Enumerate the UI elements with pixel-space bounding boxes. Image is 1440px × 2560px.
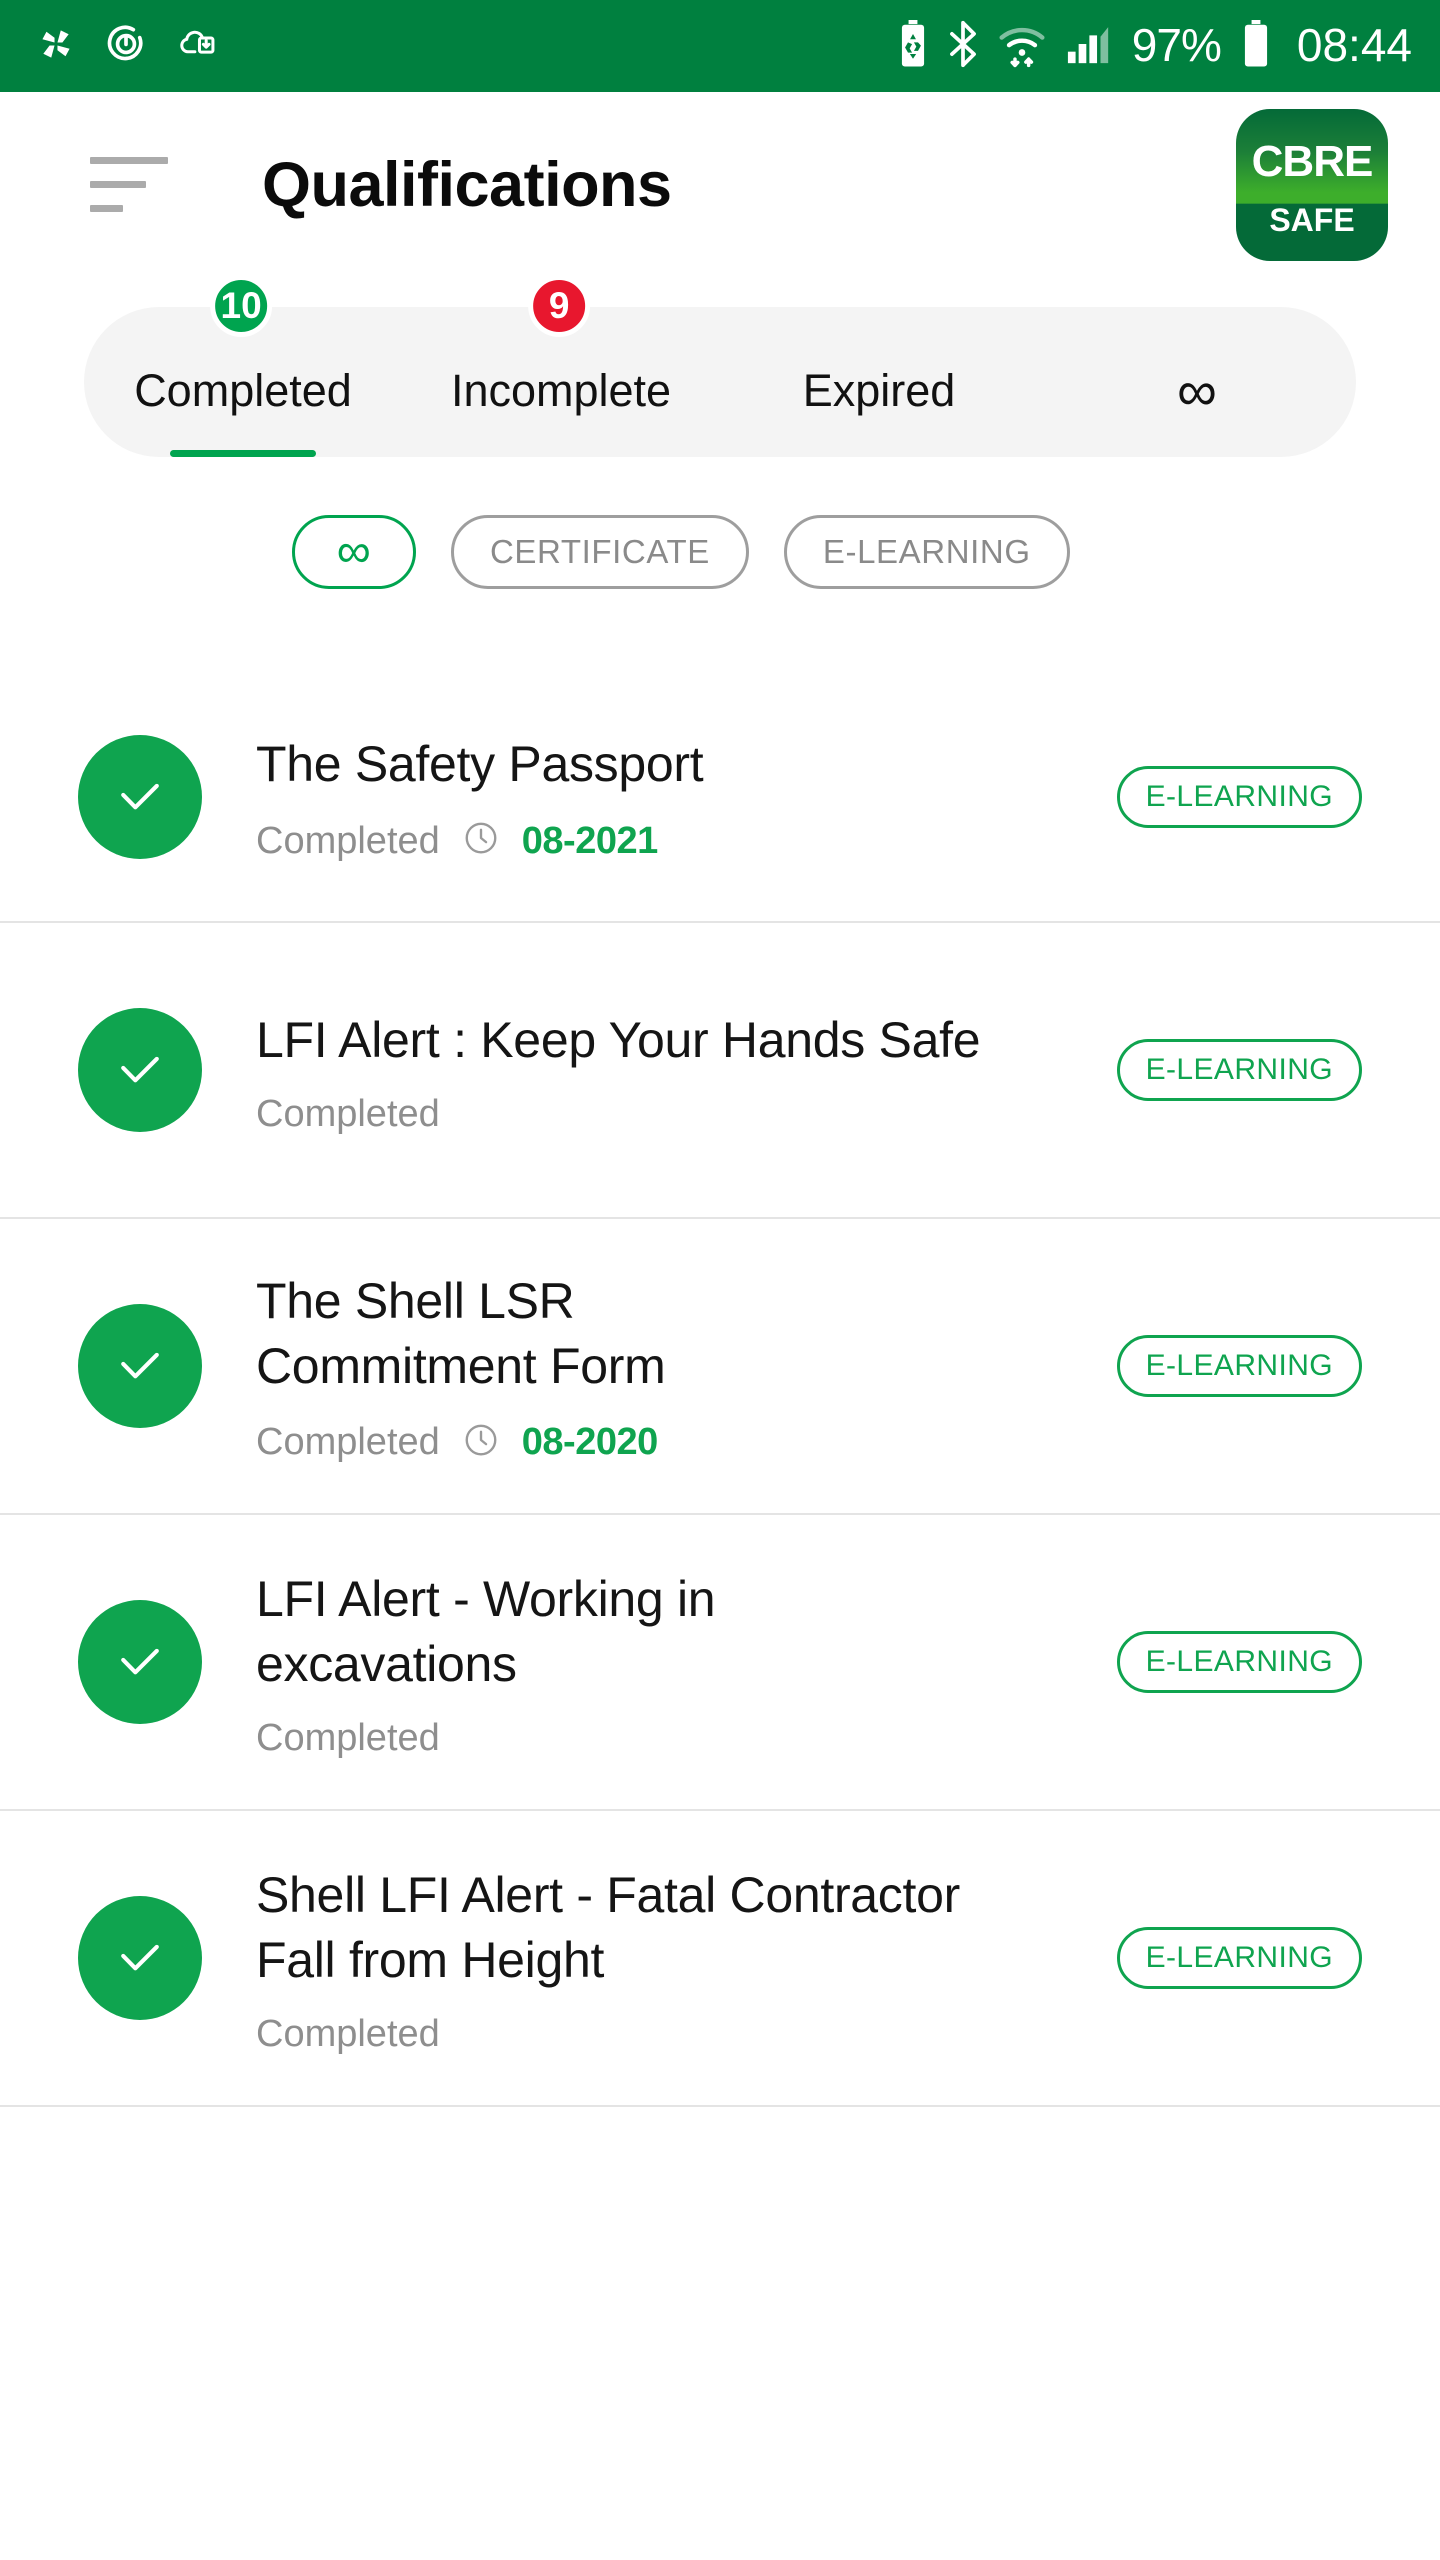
list-item-meta: Completed: [256, 2015, 1099, 2053]
list-item-title: LFI Alert : Keep Your Hands Safe: [256, 1011, 981, 1068]
list-item-content: Shell LFI Alert - Fatal Contractor Fall …: [202, 1863, 1117, 2053]
list-item-title: The Safety Passport: [256, 736, 704, 792]
tab-label-incomplete: Incomplete: [450, 365, 672, 416]
qualification-list: The Safety Passport Completed 08-2021 E-…: [0, 673, 1440, 2107]
list-item-status: Completed: [256, 1717, 440, 1759]
clock-icon: [462, 819, 500, 862]
tab-badge-completed: 10: [210, 275, 273, 337]
list-item-type-badge: E-LEARNING: [1116, 1927, 1362, 1989]
logo-product-text: SAFE: [1269, 201, 1355, 238]
list-item[interactable]: LFI Alert - Working in excavations Compl…: [0, 1515, 1440, 1811]
check-circle-icon: [78, 1304, 202, 1428]
tab-all[interactable]: ∞: [1038, 307, 1356, 457]
status-bar-right-icons: 97% 08:44: [898, 18, 1412, 73]
status-bar: 97% 08:44: [0, 0, 1440, 92]
check-circle-icon: [78, 1600, 202, 1724]
status-bar-left-icons: [34, 22, 220, 71]
battery-percent-label: 97%: [1131, 18, 1222, 71]
list-item[interactable]: LFI Alert : Keep Your Hands Safe Complet…: [0, 923, 1440, 1219]
list-item-content: LFI Alert : Keep Your Hands Safe Complet…: [202, 1008, 1117, 1133]
battery-saver-icon: [898, 19, 928, 73]
list-item-title: LFI Alert - Working in excavations: [256, 1571, 716, 1692]
check-circle-icon: [78, 735, 202, 859]
menu-line-1: [90, 157, 168, 164]
list-item[interactable]: Shell LFI Alert - Fatal Contractor Fall …: [0, 1811, 1440, 2107]
list-item-status: Completed: [256, 2013, 440, 2055]
filter-chip-row: ∞ CERTIFICATE E-LEARNING: [0, 515, 1440, 589]
list-item-content: The Safety Passport Completed 08-2021: [202, 732, 1117, 862]
list-item-content: The Shell LSR Commitment Form Completed …: [202, 1269, 1117, 1464]
list-item-type-badge: E-LEARNING: [1116, 766, 1362, 828]
list-item-meta: Completed 08-2021: [256, 819, 1099, 862]
list-item-meta: Completed: [256, 1719, 1099, 1757]
tab-badge-incomplete: 9: [528, 275, 591, 337]
list-item-status: Completed: [256, 1092, 440, 1135]
list-item[interactable]: The Shell LSR Commitment Form Completed …: [0, 1219, 1440, 1515]
clock-icon: [462, 1421, 500, 1464]
battery-icon: [1241, 19, 1271, 73]
tab-bar-pill: 10 Completed 9 Incomplete Expired ∞: [84, 275, 1356, 457]
filter-chip-certificate[interactable]: CERTIFICATE: [451, 515, 749, 589]
tab-label-expired: Expired: [802, 365, 956, 416]
tab-bar: 10 Completed 9 Incomplete Expired ∞: [84, 275, 1356, 457]
list-item-type-badge: E-LEARNING: [1116, 1631, 1362, 1693]
infinity-icon: ∞: [1177, 359, 1217, 422]
menu-line-2: [90, 181, 146, 188]
list-item-type-badge: E-LEARNING: [1116, 1039, 1362, 1101]
cloud-download-icon: [174, 22, 220, 71]
list-item-title: Shell LFI Alert - Fatal Contractor Fall …: [256, 1867, 960, 1988]
clock-label: 08:44: [1296, 18, 1412, 71]
tab-expired[interactable]: Expired: [720, 307, 1038, 457]
bluetooth-icon: [948, 20, 978, 73]
list-item[interactable]: The Safety Passport Completed 08-2021 E-…: [0, 673, 1440, 923]
tab-active-indicator: [170, 450, 316, 457]
list-item-date: 08-2021: [521, 819, 658, 862]
tab-completed[interactable]: 10 Completed: [84, 275, 402, 457]
list-item-meta: Completed 08-2020: [256, 1421, 1099, 1464]
list-item-meta: Completed: [256, 1095, 1099, 1133]
list-item-status: Completed: [256, 819, 440, 862]
signal-icon: [1066, 21, 1112, 72]
cbre-safe-logo: CBRE SAFE: [1236, 108, 1388, 261]
power-sync-icon: [104, 22, 148, 71]
app-header: Qualifications CBRE SAFE: [0, 92, 1440, 277]
list-item-status: Completed: [256, 1421, 440, 1463]
menu-icon[interactable]: [90, 140, 210, 230]
list-item-title: The Shell LSR Commitment Form: [256, 1272, 666, 1394]
wifi-icon: [998, 20, 1046, 73]
filter-chip-elearning[interactable]: E-LEARNING: [783, 515, 1070, 589]
list-item-date: 08-2020: [521, 1421, 658, 1463]
check-circle-icon: [78, 1008, 202, 1132]
filter-chip-all[interactable]: ∞: [292, 515, 416, 589]
list-item-content: LFI Alert - Working in excavations Compl…: [202, 1567, 1117, 1757]
pinwheel-icon: [34, 22, 78, 71]
tab-label-completed: Completed: [134, 365, 352, 416]
logo-brand-text: CBRE: [1251, 136, 1374, 186]
list-item-type-badge: E-LEARNING: [1116, 1335, 1362, 1397]
page-title: Qualifications: [262, 149, 672, 220]
check-circle-icon: [78, 1896, 202, 2020]
tab-incomplete[interactable]: 9 Incomplete: [402, 275, 720, 457]
menu-line-3: [90, 205, 123, 212]
